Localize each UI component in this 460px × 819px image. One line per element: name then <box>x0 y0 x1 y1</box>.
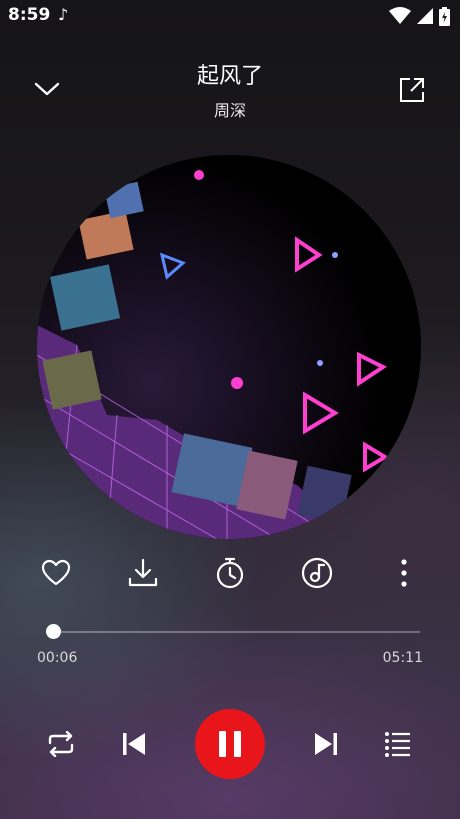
more-vertical-icon <box>401 559 407 587</box>
next-icon <box>315 733 337 755</box>
sleep-timer-button[interactable] <box>210 553 250 593</box>
progress-knob[interactable] <box>45 624 61 639</box>
music-tag-button[interactable] <box>297 553 337 593</box>
status-time: 8:59 <box>8 5 51 25</box>
playlist-button[interactable] <box>376 722 420 766</box>
status-icons <box>389 6 450 26</box>
share-button[interactable] <box>392 70 432 110</box>
signal-icon <box>417 8 433 24</box>
like-button[interactable] <box>36 553 76 593</box>
chevron-down-icon <box>34 82 60 96</box>
total-duration: 05:11 <box>382 650 423 666</box>
artist-name[interactable]: 周深 <box>100 97 360 121</box>
album-art-image <box>37 155 421 539</box>
share-icon <box>400 78 424 102</box>
more-options-button[interactable] <box>384 553 424 593</box>
wifi-icon <box>389 7 411 24</box>
battery-icon <box>439 6 450 26</box>
song-title: 起风了 <box>196 64 263 89</box>
previous-button[interactable] <box>112 722 156 766</box>
playlist-icon <box>385 732 410 757</box>
album-cover[interactable] <box>37 155 421 539</box>
download-button[interactable] <box>123 553 163 593</box>
collapse-button[interactable] <box>28 70 66 108</box>
download-icon <box>128 558 158 587</box>
play-pause-button[interactable] <box>195 709 265 779</box>
pause-icon <box>219 731 241 757</box>
repeat-icon <box>48 731 74 757</box>
heart-icon <box>41 559 71 586</box>
repeat-button[interactable] <box>39 722 83 766</box>
next-button[interactable] <box>304 722 348 766</box>
current-time: 00:06 <box>37 650 78 666</box>
progress-track[interactable] <box>46 631 420 633</box>
status-bar: 8:59 ♪ <box>0 0 460 32</box>
timer-icon <box>216 557 244 589</box>
previous-icon <box>123 733 145 755</box>
music-note-icon: ♪ <box>58 5 69 24</box>
music-tag-icon <box>301 557 333 589</box>
